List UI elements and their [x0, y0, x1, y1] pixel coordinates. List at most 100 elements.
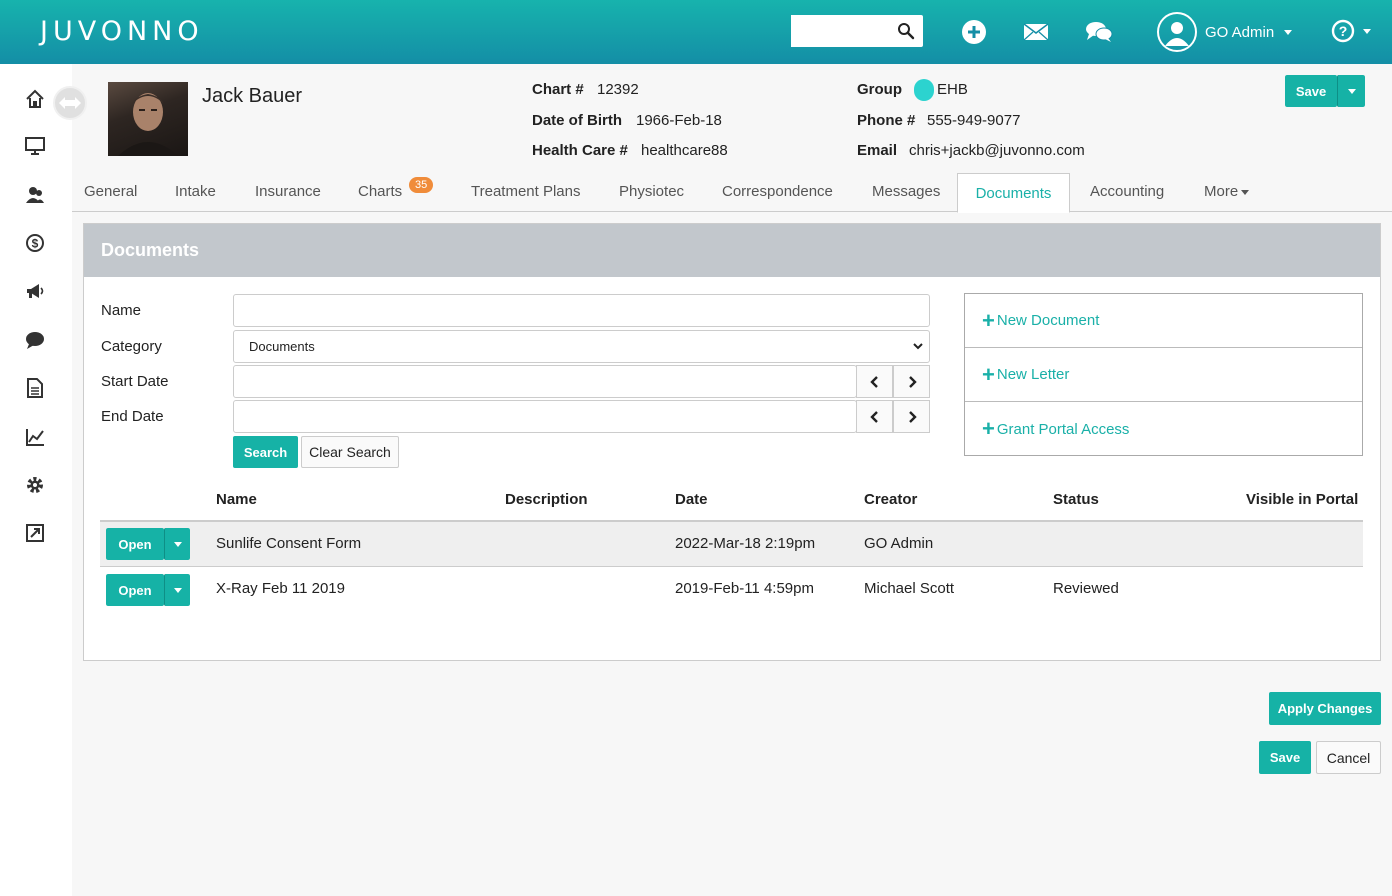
start-date-label: Start Date: [101, 373, 169, 390]
column-header-date[interactable]: Date: [675, 491, 708, 508]
search-icon[interactable]: [897, 22, 915, 44]
double-arrow-icon: [59, 97, 81, 109]
chevron-down-icon: [1241, 189, 1250, 195]
new-document-label: New Document: [996, 312, 1100, 329]
column-header-description[interactable]: Description: [505, 491, 588, 508]
column-header-status[interactable]: Status: [1053, 491, 1099, 508]
help-menu[interactable]: ?: [1331, 19, 1371, 43]
open-dropdown-toggle[interactable]: [164, 528, 190, 560]
phone-label: Phone #: [857, 112, 916, 129]
tab-more-label: More: [1204, 183, 1239, 200]
add-icon[interactable]: [960, 18, 988, 46]
category-selected-value: Documents: [249, 339, 315, 354]
monitor-icon[interactable]: [24, 135, 46, 157]
end-date-label: End Date: [101, 408, 164, 425]
row-date: 2022-Mar-18 2:19pm: [675, 535, 816, 552]
svg-text:$: $: [32, 237, 39, 251]
plus-icon: +: [982, 361, 995, 387]
start-date-input[interactable]: [233, 365, 857, 398]
save-button[interactable]: Save: [1285, 75, 1337, 107]
open-dropdown-toggle[interactable]: [164, 574, 190, 606]
health-care-value: healthcare88: [641, 142, 728, 159]
tab-physiotec[interactable]: Physiotec: [619, 172, 684, 212]
tab-charts[interactable]: Charts: [358, 172, 402, 212]
juvonno-logo[interactable]: JUVONNO: [40, 14, 204, 50]
group-color-badge: [914, 79, 934, 101]
external-link-icon[interactable]: [24, 522, 46, 544]
end-date-input[interactable]: [233, 400, 857, 433]
sidebar-toggle-button[interactable]: [53, 86, 87, 120]
tab-accounting[interactable]: Accounting: [1090, 172, 1164, 212]
search-button[interactable]: Search: [233, 436, 298, 468]
home-icon[interactable]: [24, 88, 46, 110]
apply-changes-button[interactable]: Apply Changes: [1269, 692, 1381, 725]
svg-text:?: ?: [1339, 23, 1348, 39]
patient-tabs: General Intake Insurance Charts 35 Treat…: [72, 172, 1392, 213]
row-date: 2019-Feb-11 4:59pm: [675, 580, 814, 597]
tab-messages[interactable]: Messages: [872, 172, 940, 212]
tab-documents[interactable]: Documents: [957, 173, 1070, 213]
chevron-left-icon: [869, 375, 878, 388]
dob-value: 1966-Feb-18: [636, 112, 722, 129]
health-care-label: Health Care #: [532, 142, 628, 159]
open-button[interactable]: Open: [106, 528, 164, 560]
cancel-button[interactable]: Cancel: [1316, 741, 1381, 774]
sidebar: $: [0, 64, 72, 896]
column-header-creator[interactable]: Creator: [864, 491, 917, 508]
row-creator: GO Admin: [864, 535, 934, 552]
start-date-prev-button[interactable]: [856, 365, 893, 398]
save-dropdown-toggle[interactable]: [1337, 75, 1365, 107]
users-icon[interactable]: [24, 184, 46, 206]
name-input[interactable]: [233, 294, 930, 327]
message-icon[interactable]: [24, 329, 46, 351]
global-search-input[interactable]: [791, 15, 891, 47]
new-document-action[interactable]: + New Document: [965, 294, 1362, 348]
chevron-down-icon: [173, 541, 182, 547]
mail-icon[interactable]: [1022, 18, 1050, 46]
row-name: X-Ray Feb 11 2019: [216, 580, 345, 597]
megaphone-icon[interactable]: [24, 280, 46, 302]
tab-general[interactable]: General: [84, 172, 137, 212]
category-label: Category: [101, 338, 162, 355]
tab-more[interactable]: More: [1204, 172, 1250, 212]
tab-intake[interactable]: Intake: [175, 172, 216, 212]
chevron-right-icon: [908, 375, 917, 388]
chart-icon[interactable]: [24, 426, 46, 448]
chevron-down-icon: [1347, 88, 1356, 94]
user-menu[interactable]: GO Admin: [1157, 12, 1293, 52]
new-letter-action[interactable]: + New Letter: [965, 348, 1362, 402]
phone-value: 555-949-9077: [927, 112, 1021, 129]
document-actions: + New Document + New Letter + Grant Portal …: [964, 293, 1363, 456]
charts-count-badge: 35: [409, 177, 434, 193]
email-label: Email: [857, 142, 898, 159]
plus-icon: +: [982, 416, 995, 441]
end-date-next-button[interactable]: [893, 400, 930, 433]
save-split-button: Save: [1285, 75, 1365, 107]
tab-correspondence[interactable]: Correspondence: [722, 172, 833, 212]
billing-icon[interactable]: $: [24, 232, 46, 254]
new-letter-label: New Letter: [996, 366, 1070, 383]
open-button[interactable]: Open: [106, 574, 164, 606]
top-bar: JUVONNO GO Admin ?: [0, 0, 1392, 64]
chevron-down-icon: [173, 587, 182, 593]
gear-icon[interactable]: [24, 474, 46, 496]
save-button[interactable]: Save: [1259, 741, 1311, 774]
tab-insurance[interactable]: Insurance: [255, 172, 321, 212]
category-select[interactable]: Documents: [233, 330, 930, 363]
column-header-name[interactable]: Name: [216, 491, 257, 508]
end-date-prev-button[interactable]: [856, 400, 893, 433]
document-icon[interactable]: [24, 377, 46, 399]
chevron-down-icon: [1363, 28, 1371, 34]
chevron-down-icon: [913, 343, 923, 350]
chevron-right-icon: [908, 410, 917, 423]
help-icon[interactable]: ?: [1331, 19, 1355, 43]
start-date-next-button[interactable]: [893, 365, 930, 398]
grant-portal-access-action[interactable]: + Grant Portal Access: [965, 402, 1362, 456]
chevron-down-icon: [1284, 29, 1293, 35]
group-value: EHB: [937, 81, 968, 98]
tab-treatment-plans[interactable]: Treatment Plans: [471, 172, 581, 212]
clear-search-button[interactable]: Clear Search: [301, 436, 399, 468]
chat-icon[interactable]: [1085, 18, 1113, 46]
global-search[interactable]: [791, 15, 923, 47]
column-header-visible-in-portal[interactable]: Visible in Portal: [1246, 491, 1358, 508]
